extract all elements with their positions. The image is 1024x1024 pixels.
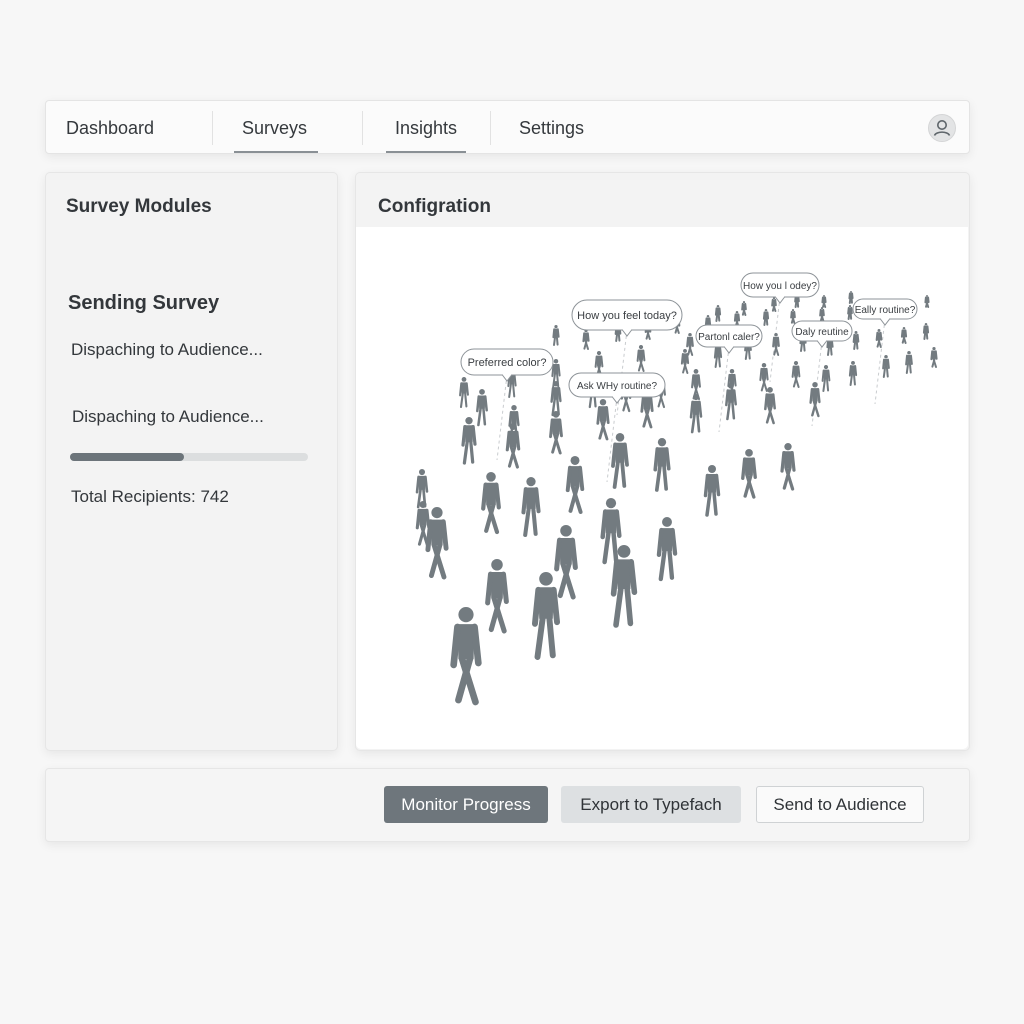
audience-person-figure <box>549 411 563 455</box>
tab-divider <box>212 111 213 145</box>
audience-illustration-canvas: How you feel today? How you l odey? Parton… <box>356 227 968 749</box>
user-icon <box>933 120 951 136</box>
audience-person-figure <box>759 363 769 392</box>
audience-person-figure <box>809 382 821 418</box>
speech-bubble-text: Preferred color? <box>468 357 547 369</box>
audience-person-figure <box>900 327 908 344</box>
tab-dashboard[interactable]: Dashboard <box>66 101 154 153</box>
audience-person-figure <box>725 383 737 421</box>
audience-person-figure <box>582 329 590 350</box>
bubble-connector-line <box>496 374 508 461</box>
audience-person-figure <box>600 498 622 565</box>
audience-person-figure <box>425 507 449 580</box>
dispatch-status-text-secondary: Dispaching to Audience... <box>72 407 264 426</box>
audience-person-figure <box>461 417 477 465</box>
monitor-progress-button[interactable]: Monitor Progress <box>384 786 548 823</box>
audience-person-figure <box>771 297 777 312</box>
audience-person-figure <box>476 389 488 427</box>
tab-settings[interactable]: Settings <box>519 101 584 153</box>
audience-person-figure <box>848 291 854 304</box>
audience-person-figure <box>552 325 560 346</box>
speech-bubble-text: How you l odey? <box>743 281 817 292</box>
speech-bubble: How you feel today? <box>571 299 683 337</box>
speech-bubble-text: Daly reutine <box>795 327 849 338</box>
audience-person-figure <box>780 443 796 491</box>
audience-crowd-illustration: How you feel today? How you l odey? Parton… <box>415 272 938 706</box>
audience-person-figure <box>680 349 690 374</box>
audience-person-figure <box>922 323 930 340</box>
tab-surveys[interactable]: Surveys <box>242 101 307 153</box>
audience-person-figure <box>821 365 831 392</box>
audience-person-figure <box>531 572 561 660</box>
audience-person-figure <box>485 559 509 634</box>
tab-divider <box>362 111 363 145</box>
dispatch-status-text: Dispaching to Audience... <box>71 340 263 359</box>
tab-insights-underline <box>386 151 466 153</box>
audience-person-figure <box>481 472 501 535</box>
audience-person-figure <box>714 305 722 322</box>
tab-dashboard-label: Dashboard <box>66 118 155 138</box>
speech-bubble: Partonl caler? <box>695 324 763 354</box>
audience-person-figure <box>762 309 770 326</box>
speech-bubble: Eally routine? <box>852 298 918 326</box>
audience-person-figure <box>741 301 747 316</box>
audience-person-figure <box>764 387 776 425</box>
speech-bubble-text: How you feel today? <box>577 310 677 322</box>
audience-person-figure <box>790 309 796 324</box>
audience-person-figure <box>741 449 757 499</box>
speech-bubble-text: Partonl caler? <box>698 332 760 343</box>
speech-bubble: Preferred color? <box>460 348 554 382</box>
audience-person-figure <box>852 331 860 350</box>
audience-person-figure <box>819 307 825 322</box>
audience-person-figure <box>686 333 694 356</box>
audience-person-figure <box>924 295 930 308</box>
audience-person-figure <box>821 295 827 308</box>
audience-person-figure <box>459 377 469 409</box>
survey-modules-panel <box>45 172 338 751</box>
audience-person-figure <box>636 345 646 372</box>
audience-person-figure <box>653 438 671 492</box>
tab-settings-label: Settings <box>519 118 585 138</box>
sending-survey-heading: Sending Survey <box>68 292 220 314</box>
audience-person-figure <box>450 607 482 706</box>
tab-insights-label: Insights <box>395 118 458 138</box>
tab-insights[interactable]: Insights <box>395 101 457 153</box>
audience-person-figure <box>656 517 678 582</box>
audience-person-figure <box>905 351 913 374</box>
total-recipients-text: Total Recipients: 742 <box>71 487 229 506</box>
dispatch-progress-bar <box>70 453 308 461</box>
avatar[interactable] <box>928 114 956 142</box>
audience-person-figure <box>847 305 853 320</box>
audience-person-figure <box>565 456 585 514</box>
export-button[interactable]: Export to Typefach <box>561 786 741 823</box>
audience-person-figure <box>554 525 578 600</box>
speech-bubble: How you l odey? <box>740 272 820 304</box>
configuration-title: Configration <box>378 196 491 217</box>
survey-modules-title: Survey Modules <box>66 196 212 217</box>
audience-person-figure <box>791 361 801 388</box>
audience-person-figure <box>848 361 858 386</box>
send-to-audience-button[interactable]: Send to Audience <box>756 786 924 823</box>
tab-surveys-label: Surveys <box>242 118 308 138</box>
audience-person-figure <box>596 399 610 441</box>
speech-bubble-text: Ask WHy routine? <box>577 381 657 392</box>
audience-person-figure <box>521 477 541 538</box>
dispatch-progress-fill <box>70 453 185 461</box>
audience-person-figure <box>930 347 938 368</box>
tab-surveys-underline <box>234 151 318 153</box>
speech-bubble-text: Eally routine? <box>855 305 916 316</box>
audience-person-figure <box>611 433 629 489</box>
audience-person-figure <box>875 329 883 348</box>
top-nav: Dashboard Surveys Insights Settings <box>45 100 970 154</box>
audience-person-figure <box>882 355 890 378</box>
tab-divider <box>490 111 491 145</box>
audience-person-figure <box>703 465 721 517</box>
